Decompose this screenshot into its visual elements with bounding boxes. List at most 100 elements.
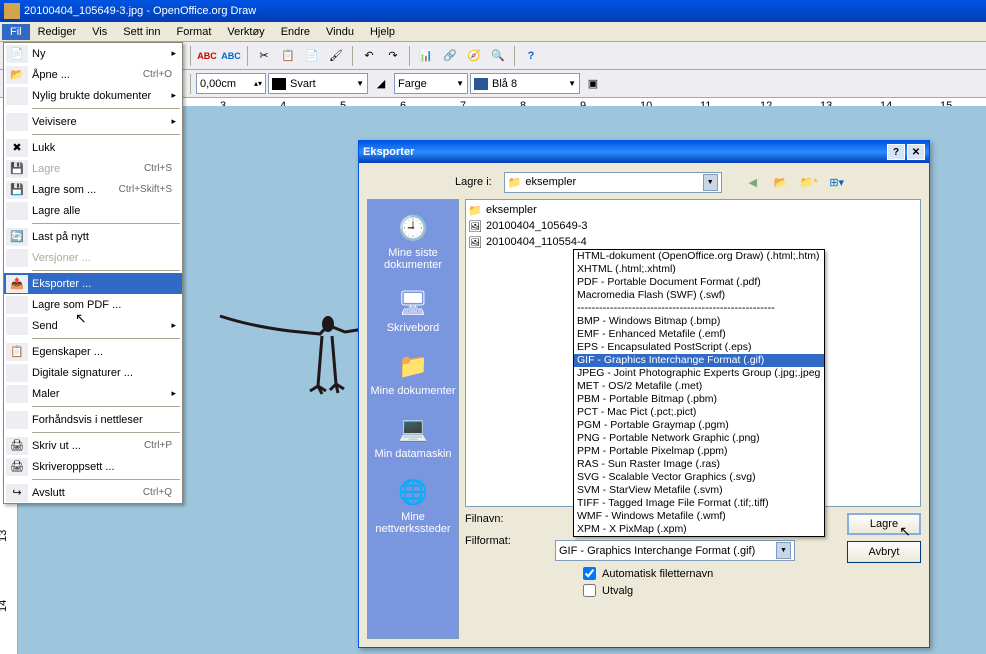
format-option-pct[interactable]: PCT - Mac Pict (.pct;.pict) xyxy=(574,406,824,419)
format-option-pdf[interactable]: PDF - Portable Document Format (.pdf) xyxy=(574,276,824,289)
format-option-met[interactable]: MET - OS/2 Metafile (.met) xyxy=(574,380,824,393)
new-icon: 📄 xyxy=(6,45,28,63)
line-width-field[interactable]: 0,00cm ▴▾ xyxy=(196,73,266,94)
menu-item-save[interactable]: 💾 Lagre Ctrl+S xyxy=(4,158,182,179)
menu-item-templates[interactable]: Maler ▸ xyxy=(4,383,182,404)
save-in-label: Lagre i: xyxy=(455,176,492,188)
format-option-pgm[interactable]: PGM - Portable Graymap (.pgm) xyxy=(574,419,824,432)
menu-verktoy[interactable]: Verktøy xyxy=(219,24,272,40)
format-option-bmp[interactable]: BMP - Windows Bitmap (.bmp) xyxy=(574,315,824,328)
selection-row: Utvalg xyxy=(583,584,921,597)
chevron-down-icon[interactable]: ▼ xyxy=(776,542,791,559)
format-option-svm[interactable]: SVM - StarView Metafile (.svm) xyxy=(574,484,824,497)
zoom-button[interactable]: 🔍 xyxy=(487,45,509,67)
format-option-swf[interactable]: Macromedia Flash (SWF) (.swf) xyxy=(574,289,824,302)
format-option-eps[interactable]: EPS - Encapsulated PostScript (.eps) xyxy=(574,341,824,354)
export-dialog: Eksporter ? ✕ Lagre i: 📁 eksempler ▼ ◀ 📂… xyxy=(358,140,930,648)
file-list[interactable]: 📁 eksempler 🖼 20100404_105649-3 🖼 201004… xyxy=(465,199,921,507)
menu-item-save-all[interactable]: Lagre alle xyxy=(4,200,182,221)
menu-item-new[interactable]: 📄 Ny ▸ xyxy=(4,43,182,64)
menu-item-digital-signatures[interactable]: Digitale signaturer ... xyxy=(4,362,182,383)
place-documents[interactable]: 📁 Mine dokumenter xyxy=(368,342,458,405)
menu-item-printer-settings[interactable]: 🖨 Skriveroppsett ... xyxy=(4,456,182,477)
menu-item-wizards[interactable]: Veivisere ▸ xyxy=(4,111,182,132)
format-option-wmf[interactable]: WMF - Windows Metafile (.wmf) xyxy=(574,510,824,523)
line-color-dropdown[interactable]: Svart ▼ xyxy=(268,73,368,94)
menu-item-send[interactable]: Send ▸ xyxy=(4,315,182,336)
menu-item-properties[interactable]: 📋 Egenskaper ... xyxy=(4,341,182,362)
view-menu-button[interactable]: ⊞▾ xyxy=(826,171,848,193)
place-computer[interactable]: 💻 Min datamaskin xyxy=(368,405,458,468)
place-desktop[interactable]: 🖥 Skrivebord xyxy=(368,279,458,342)
menu-vindu[interactable]: Vindu xyxy=(318,24,362,40)
menu-vis[interactable]: Vis xyxy=(84,24,115,40)
folder-row[interactable]: 📁 eksempler xyxy=(468,202,918,218)
cut-button[interactable]: ✂ xyxy=(253,45,275,67)
new-folder-button[interactable]: 📁* xyxy=(798,171,820,193)
format-option-ras[interactable]: RAS - Sun Raster Image (.ras) xyxy=(574,458,824,471)
help-button[interactable]: ? xyxy=(520,45,542,67)
format-option-pbm[interactable]: PBM - Portable Bitmap (.pbm) xyxy=(574,393,824,406)
auto-extension-checkbox[interactable] xyxy=(583,567,596,580)
up-button[interactable]: 📂 xyxy=(770,171,792,193)
undo-button[interactable]: ↶ xyxy=(358,45,380,67)
menu-item-preview-browser[interactable]: Forhåndsvis i nettleser xyxy=(4,409,182,430)
help-button[interactable]: ? xyxy=(887,144,905,160)
menu-item-exit[interactable]: ↪ Avslutt Ctrl+Q xyxy=(4,482,182,503)
chevron-down-icon: ▼ xyxy=(456,79,464,88)
file-format-popup[interactable]: HTML-dokument (OpenOffice.org Draw) (.ht… xyxy=(573,249,825,537)
chart-button[interactable]: 📊 xyxy=(415,45,437,67)
shadow-button[interactable]: ▣ xyxy=(582,73,604,95)
chevron-down-icon[interactable]: ▼ xyxy=(703,174,718,191)
menu-item-print[interactable]: 🖨 Skriv ut ... Ctrl+P xyxy=(4,435,182,456)
paste-button[interactable]: 📄 xyxy=(301,45,323,67)
format-paintbrush-button[interactable]: 🖌 xyxy=(325,45,347,67)
save-in-combo[interactable]: 📁 eksempler ▼ xyxy=(504,172,722,193)
place-recent[interactable]: 🕘 Mine siste dokumenter xyxy=(368,204,458,279)
format-option-svg[interactable]: SVG - Scalable Vector Graphics (.svg) xyxy=(574,471,824,484)
format-option-gif[interactable]: GIF - Graphics Interchange Format (.gif) xyxy=(574,354,824,367)
format-option-xpm[interactable]: XPM - X PixMap (.xpm) xyxy=(574,523,824,536)
back-button[interactable]: ◀ xyxy=(742,171,764,193)
format-option-jpeg[interactable]: JPEG - Joint Photographic Experts Group … xyxy=(574,367,824,380)
close-button[interactable]: ✕ xyxy=(907,144,925,160)
menu-item-save-as[interactable]: 💾 Lagre som ... Ctrl+Skift+S xyxy=(4,179,182,200)
fill-type-dropdown[interactable]: Farge ▼ xyxy=(394,73,468,94)
menu-item-recent[interactable]: Nylig brukte dokumenter ▸ xyxy=(4,85,182,106)
menu-item-open[interactable]: 📂 Åpne ... Ctrl+O xyxy=(4,64,182,85)
menu-format[interactable]: Format xyxy=(169,24,220,40)
place-network[interactable]: 🌐 Mine nettverkssteder xyxy=(368,468,458,543)
dialog-titlebar[interactable]: Eksporter ? ✕ xyxy=(359,141,929,163)
save-button[interactable]: Lagre ↖ xyxy=(847,513,921,535)
menu-rediger[interactable]: Rediger xyxy=(30,24,85,40)
format-option-tiff[interactable]: TIFF - Tagged Image File Format (.tif;.t… xyxy=(574,497,824,510)
file-row[interactable]: 🖼 20100404_105649-3 xyxy=(468,218,918,234)
menu-item-export[interactable]: 📤 Eksporter ... xyxy=(4,273,182,294)
menu-item-export-pdf[interactable]: Lagre som PDF ... xyxy=(4,294,182,315)
menu-settinn[interactable]: Sett inn xyxy=(115,24,168,40)
cancel-button[interactable]: Avbryt xyxy=(847,541,921,563)
fill-color-dropdown[interactable]: Blå 8 ▼ xyxy=(470,73,580,94)
format-option-emf[interactable]: EMF - Enhanced Metafile (.emf) xyxy=(574,328,824,341)
spellcheck-button[interactable]: ABC xyxy=(196,45,218,67)
area-icon[interactable]: ◢ xyxy=(370,73,392,95)
menu-item-reload[interactable]: 🔄 Last på nytt xyxy=(4,226,182,247)
fileformat-combo[interactable]: GIF - Graphics Interchange Format (.gif)… xyxy=(555,540,795,561)
format-option-html[interactable]: HTML-dokument (OpenOffice.org Draw) (.ht… xyxy=(574,250,824,263)
selection-checkbox[interactable] xyxy=(583,584,596,597)
format-option-png[interactable]: PNG - Portable Network Graphic (.png) xyxy=(574,432,824,445)
menu-item-close[interactable]: ✖ Lukk xyxy=(4,137,182,158)
submenu-arrow-icon: ▸ xyxy=(171,48,180,59)
navigator-button[interactable]: 🧭 xyxy=(463,45,485,67)
menu-endre[interactable]: Endre xyxy=(273,24,318,40)
menu-item-versions[interactable]: Versjoner ... xyxy=(4,247,182,268)
hyperlink-button[interactable]: 🔗 xyxy=(439,45,461,67)
copy-button[interactable]: 📋 xyxy=(277,45,299,67)
menu-hjelp[interactable]: Hjelp xyxy=(362,24,403,40)
format-option-ppm[interactable]: PPM - Portable Pixelmap (.ppm) xyxy=(574,445,824,458)
redo-button[interactable]: ↷ xyxy=(382,45,404,67)
file-row[interactable]: 🖼 20100404_110554-4 xyxy=(468,234,918,250)
format-option-xhtml[interactable]: XHTML (.html;.xhtml) xyxy=(574,263,824,276)
autospell-button[interactable]: ABC xyxy=(220,45,242,67)
menu-fil[interactable]: Fil xyxy=(2,24,30,40)
